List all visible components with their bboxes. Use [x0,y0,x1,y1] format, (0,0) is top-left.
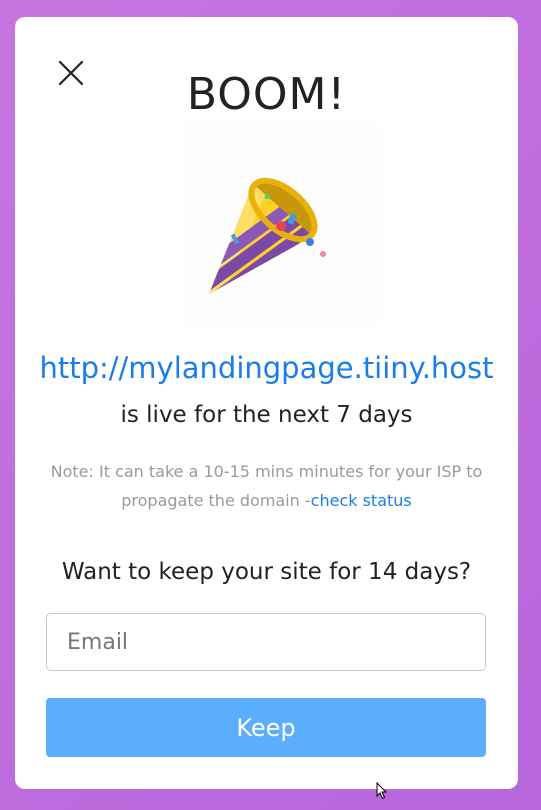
check-status-link[interactable]: check status [311,491,412,510]
party-popper-image [181,124,381,324]
modal-title: BOOM! [186,69,347,120]
propagation-note: Note: It can take a 10-15 mins minutes f… [43,457,490,515]
site-url-link[interactable]: http://mylandingpage.tiiny.host [15,351,518,385]
live-duration-text: is live for the next 7 days [120,402,413,428]
success-modal: BOOM! http://mylandingpage.tiiny.host is… [15,17,518,789]
email-input[interactable] [46,613,486,671]
keep-button[interactable]: Keep [46,698,486,757]
mouse-cursor-icon [376,781,388,800]
party-popper-icon [209,177,326,294]
note-text: Note: It can take a 10-15 mins minutes f… [50,462,483,510]
keep-site-question: Want to keep your site for 14 days? [61,559,472,585]
